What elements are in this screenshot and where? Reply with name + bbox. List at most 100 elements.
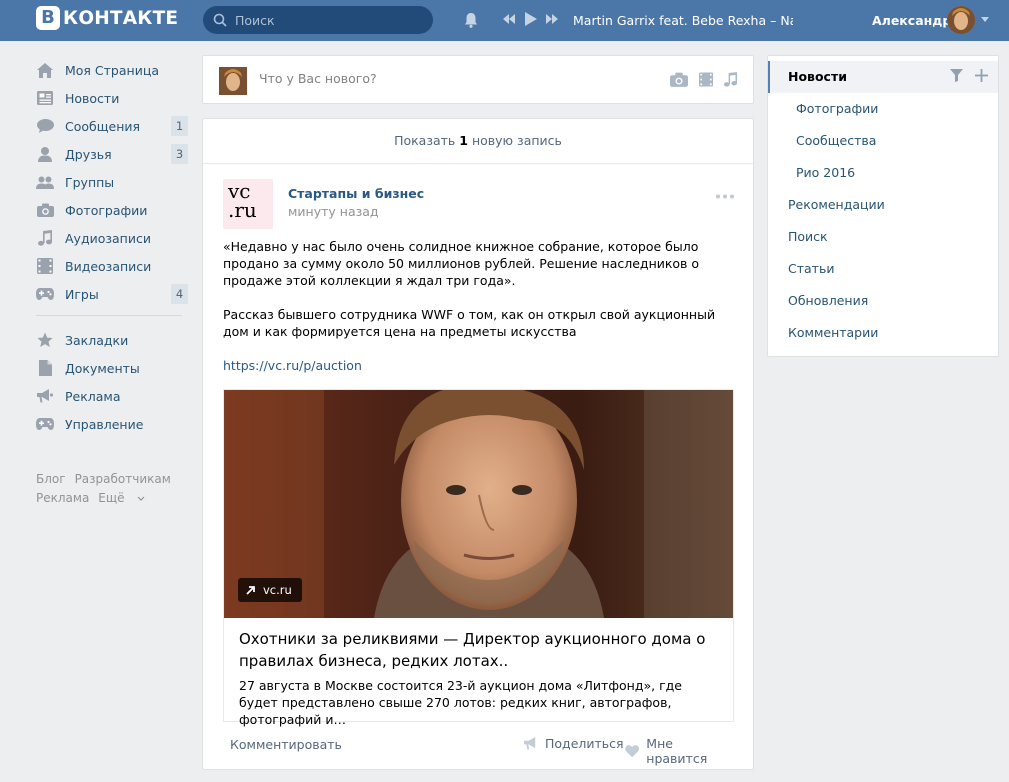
sidebar-item-my-page[interactable]: Моя Страница [36, 56, 188, 84]
filter-item-rio-2016[interactable]: Рио 2016 [768, 157, 998, 189]
sidebar-item-news[interactable]: Новости [36, 84, 188, 112]
attachment-image[interactable]: vc.ru [224, 390, 733, 618]
sidebar-item-label: Управление [65, 416, 144, 432]
avatar[interactable] [219, 67, 247, 95]
post-author-name[interactable]: Стартапы и бизнес [288, 186, 424, 201]
sidebar-item-label: Новости [65, 90, 120, 106]
sidebar-item-label: Друзья [65, 146, 112, 162]
friends-count-badge[interactable]: 3 [171, 144, 188, 164]
search-input[interactable] [235, 12, 415, 28]
footer-link-more[interactable]: Ещё [98, 491, 145, 505]
games-count-badge[interactable]: 4 [171, 284, 188, 304]
messages-count-badge[interactable]: 1 [171, 116, 188, 136]
audio-player-controls [503, 12, 558, 26]
sidebar-item-friends[interactable]: Друзья 3 [36, 140, 188, 168]
post-link[interactable]: https://vc.ru/p/auction [223, 358, 362, 373]
filter-item-search[interactable]: Поиск [768, 221, 998, 253]
sidebar-item-messages[interactable]: Сообщения 1 [36, 112, 188, 140]
like-label: Мне нравится [646, 736, 708, 766]
sidebar-item-photos[interactable]: Фотографии [36, 196, 188, 224]
new-post-box[interactable]: Что у Вас нового? [202, 55, 754, 104]
filter-icon[interactable] [950, 69, 963, 82]
post-text-description: Рассказ бывшего сотрудника WWF о том, ка… [223, 307, 716, 339]
footer-link-ads[interactable]: Реклама [36, 491, 89, 505]
filter-item-articles[interactable]: Статьи [768, 253, 998, 285]
share-label: Поделиться [545, 736, 624, 751]
sidebar-item-games[interactable]: Игры 4 [36, 280, 188, 308]
sidebar-item-label: Группы [65, 174, 115, 190]
post-actions: Комментировать Поделиться Мне нравится [230, 736, 728, 766]
camera-icon[interactable] [670, 72, 688, 87]
like-button[interactable]: Мне нравится [625, 736, 728, 766]
sidebar-divider [36, 315, 182, 316]
comment-button[interactable]: Комментировать [230, 737, 342, 752]
camera-icon [36, 201, 54, 219]
show-new-count: 1 [459, 133, 468, 148]
sidebar-item-label: Аудиозаписи [65, 230, 151, 246]
sidebar-item-documents[interactable]: Документы [36, 354, 188, 382]
video-icon [36, 257, 54, 275]
filter-item-communities[interactable]: Сообщества [768, 125, 998, 157]
sidebar-item-label: Реклама [65, 388, 121, 404]
left-sidebar: Моя Страница Новости Сообщения 1 Друзья … [36, 56, 188, 508]
sidebar-item-manage[interactable]: Управление [36, 410, 188, 438]
footer-link-blog[interactable]: Блог [36, 472, 66, 486]
star-icon [36, 331, 54, 349]
play-icon[interactable] [524, 12, 537, 26]
filter-item-updates[interactable]: Обновления [768, 285, 998, 317]
footer-link-developers[interactable]: Разработчикам [75, 472, 171, 486]
attachment-source-badge[interactable]: vc.ru [238, 578, 302, 602]
new-post-placeholder[interactable]: Что у Вас нового? [259, 71, 377, 86]
show-new-prefix: Показать [394, 133, 456, 148]
external-link-icon [246, 586, 255, 595]
sidebar-item-groups[interactable]: Группы [36, 168, 188, 196]
vc-logo: vc .ru [228, 181, 257, 222]
filter-item-photos[interactable]: Фотографии [768, 93, 998, 125]
more-options-icon[interactable] [715, 194, 735, 199]
attach-actions [670, 72, 737, 87]
sidebar-footer: Блог Разработчикам Реклама Ещё [36, 470, 188, 508]
friends-icon [36, 145, 54, 163]
bell-icon[interactable] [462, 11, 480, 29]
sidebar-item-video[interactable]: Видеозаписи [36, 252, 188, 280]
user-name[interactable]: Александр [872, 13, 951, 28]
plus-icon[interactable] [975, 69, 988, 82]
next-track-icon[interactable] [546, 13, 558, 25]
sidebar-item-label: Документы [65, 360, 140, 376]
filter-item-comments[interactable]: Комментарии [768, 317, 998, 349]
user-avatar[interactable] [947, 6, 975, 34]
sidebar-item-label: Видеозаписи [65, 258, 152, 274]
sidebar-item-label: Сообщения [65, 118, 141, 134]
filter-tools [950, 69, 988, 82]
search-box[interactable] [203, 6, 433, 34]
search-icon [213, 13, 227, 27]
attachment-title[interactable]: Охотники за реликвиями — Директор аукцио… [239, 628, 719, 672]
current-track-title[interactable]: Martin Garrix feat. Bebe Rexha – Nam… [573, 13, 793, 28]
sidebar-item-audio[interactable]: Аудиозаписи [36, 224, 188, 252]
sidebar-item-ads[interactable]: Реклама [36, 382, 188, 410]
show-new-posts-button[interactable]: Показать 1 новую запись [203, 119, 753, 164]
share-button[interactable]: Поделиться [524, 736, 624, 751]
sidebar-item-label: Закладки [65, 332, 129, 348]
filter-item-news[interactable]: Новости [768, 61, 998, 93]
filter-item-recommendations[interactable]: Рекомендации [768, 189, 998, 221]
vc-logo-line2: .ru [228, 198, 257, 222]
sidebar-item-bookmarks[interactable]: Закладки [36, 326, 188, 354]
messages-icon [36, 117, 54, 135]
top-header: В КОНТАКТЕ Martin Garrix feat. Bebe Rexh… [0, 0, 1009, 41]
logo-letter: В [36, 6, 60, 30]
gamepad-icon [36, 285, 54, 303]
music-icon [36, 229, 54, 247]
news-filter-menu: Новости Фотографии Сообщества Рио 2016 Р… [767, 55, 999, 357]
video-icon[interactable] [699, 72, 713, 87]
music-icon[interactable] [724, 72, 737, 87]
post-timestamp[interactable]: минуту назад [288, 204, 379, 219]
previous-track-icon[interactable] [503, 13, 515, 25]
chevron-down-icon[interactable] [981, 17, 989, 23]
post-author-avatar[interactable]: vc .ru [223, 179, 273, 229]
news-icon [36, 89, 54, 107]
link-attachment[interactable]: vc.ru Охотники за реликвиями — Директор … [223, 389, 734, 727]
vk-logo[interactable]: В КОНТАКТЕ [36, 6, 178, 30]
post-text-quote: «Недавно у нас было очень солидное книжн… [223, 239, 700, 288]
groups-icon [36, 173, 54, 191]
